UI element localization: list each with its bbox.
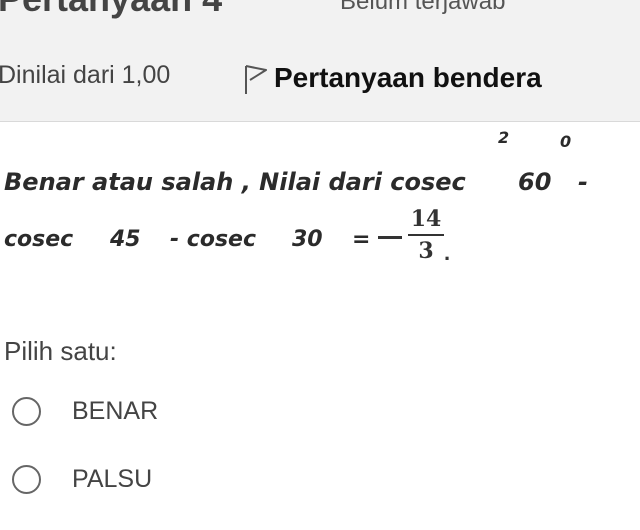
option-label-benar: BENAR <box>72 396 159 425</box>
question-text-angle-60: 60 <box>518 168 552 196</box>
option-benar[interactable]: BENAR <box>12 391 158 431</box>
flag-question-button[interactable]: Pertanyaan bendera <box>240 56 542 100</box>
superscript-degree: 0 <box>560 132 572 151</box>
radio-button-benar[interactable] <box>12 396 41 426</box>
question-state: Belum terjawab <box>340 0 506 15</box>
superscript-2: 2 <box>498 128 510 147</box>
fraction-bar <box>408 234 444 236</box>
option-palsu[interactable]: PALSU <box>12 459 152 499</box>
question-text-equals: = <box>352 227 371 252</box>
end-dot: . <box>444 240 451 265</box>
question-info-panel: Pertanyaan 4 Belum terjawab Dinilai dari… <box>0 0 640 122</box>
question-grade: Dinilai dari 1,00 <box>0 61 171 89</box>
fraction-numerator: 14 <box>410 206 442 232</box>
question-number-title: Pertanyaan 4 <box>0 0 222 20</box>
fraction: 14 3 <box>408 206 444 264</box>
question-text-minus-1: - <box>578 168 588 196</box>
minus-sign <box>378 236 402 239</box>
question-text-cosec-2: - cosec <box>170 227 257 252</box>
question-text-cosec-1: cosec <box>4 227 74 252</box>
flag-outline-icon <box>245 65 267 94</box>
question-text-line-1: Benar atau salah , Nilai dari cosec <box>4 168 466 196</box>
answer-prompt: Pilih satu: <box>4 336 117 366</box>
fraction-denominator: 3 <box>418 238 434 264</box>
radio-button-palsu[interactable] <box>12 464 41 494</box>
flag-question-label: Pertanyaan bendera <box>274 62 542 93</box>
option-label-palsu: PALSU <box>72 464 153 493</box>
question-text-angle-45: 45 <box>110 227 141 252</box>
question-text-angle-30: 30 <box>292 227 323 252</box>
question-text: 2 0 Benar atau salah , Nilai dari cosec … <box>0 122 640 282</box>
